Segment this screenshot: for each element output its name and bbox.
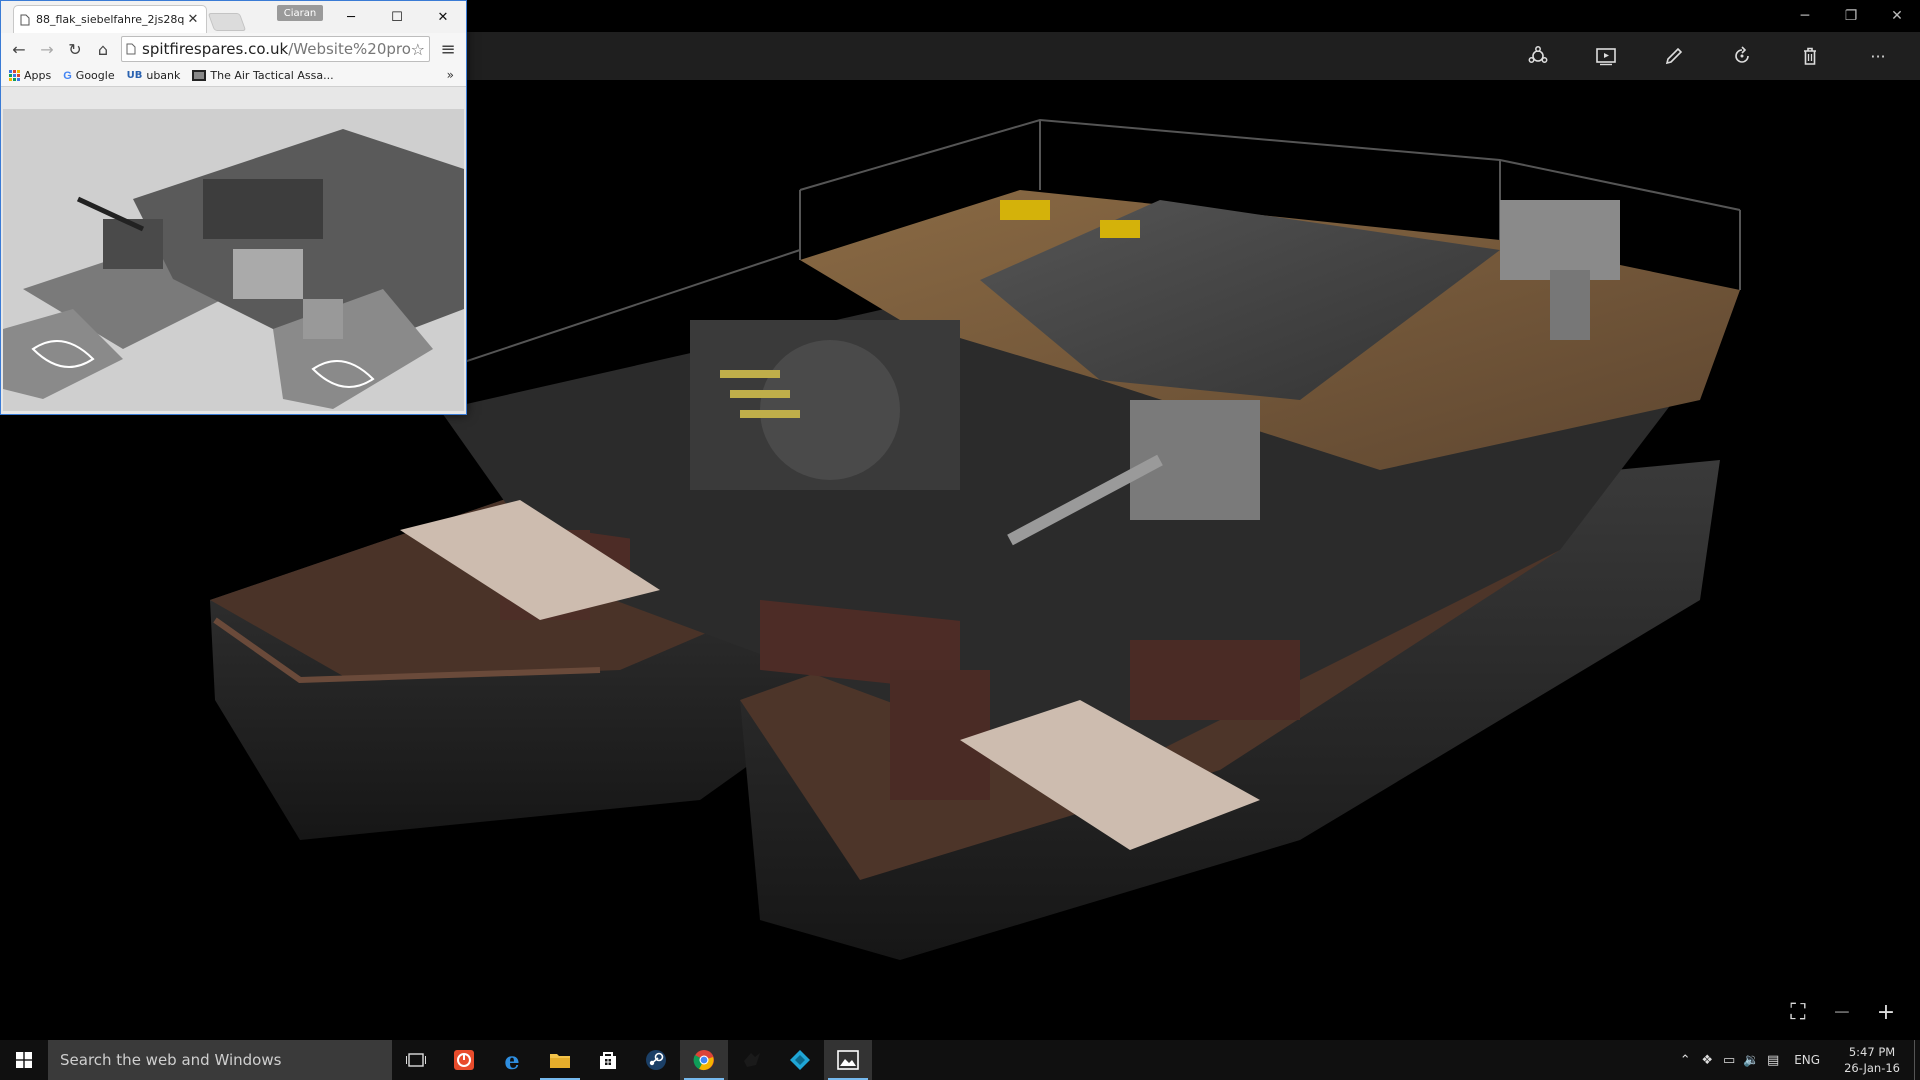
taskbar-photos[interactable]	[824, 1040, 872, 1080]
hamburger-menu-icon: ≡	[440, 38, 456, 60]
omnibar: ← → ↻ ⌂ spitfirespares.co.uk/Website%20p…	[1, 33, 466, 65]
dropbox-icon[interactable]: ❖	[1696, 1053, 1718, 1068]
start-button[interactable]	[0, 1040, 48, 1080]
chrome-maximize-button[interactable]: ☐	[374, 1, 420, 33]
system-tray: ⌃ ❖ ▭ 🔉 ▤ ENG 5:47 PM 26-Jan-16	[1674, 1040, 1920, 1080]
bookmark-label: ubank	[146, 69, 181, 82]
bookmark-apps[interactable]: Apps	[9, 69, 51, 82]
taskbar-store[interactable]	[584, 1040, 632, 1080]
profile-badge[interactable]: Ciaran	[277, 5, 323, 21]
tray-overflow-chevron-icon[interactable]: ⌃	[1674, 1053, 1696, 1068]
page-content	[3, 109, 464, 411]
more-button[interactable]: ···	[1844, 32, 1912, 80]
kodi-icon	[790, 1050, 810, 1070]
volume-icon[interactable]: 🔉	[1740, 1053, 1762, 1068]
reload-icon: ↻	[68, 39, 82, 59]
task-view-icon	[406, 1053, 426, 1067]
rotate-button[interactable]	[1708, 32, 1776, 80]
zoom-in-button[interactable]: +	[1866, 996, 1906, 1028]
rotate-icon	[1735, 46, 1749, 63]
taskbar: Search the web and Windows e ⌃ ❖ ▭ 🔉 ▤ E…	[0, 1040, 1920, 1080]
url-text: spitfirespares.co.uk/Website%20proc	[142, 40, 411, 58]
chrome-icon	[693, 1050, 714, 1071]
taskbar-chrome[interactable]	[680, 1040, 728, 1080]
home-icon: ⌂	[97, 39, 109, 59]
edit-button[interactable]	[1640, 32, 1708, 80]
slideshow-button[interactable]	[1572, 32, 1640, 80]
trash-icon	[1804, 47, 1816, 65]
language-indicator[interactable]: ENG	[1784, 1053, 1830, 1067]
chrome-tabstrip: 88_flak_siebelfahre_2js28q ✕ Ciaran ─ ☐ …	[1, 1, 466, 33]
chrome-window-controls: ─ ☐ ✕	[328, 1, 466, 33]
action-center-icon[interactable]: ▤	[1762, 1053, 1784, 1068]
taskbar-clock[interactable]: 5:47 PM 26-Jan-16	[1830, 1044, 1914, 1076]
home-button[interactable]: ⌂	[89, 35, 117, 63]
chrome-close-button[interactable]: ✕	[420, 1, 466, 33]
delete-button[interactable]	[1776, 32, 1844, 80]
clock-time: 5:47 PM	[1848, 1045, 1896, 1059]
dark-app-icon	[744, 1053, 760, 1067]
photos-restore-button[interactable]: ❐	[1828, 0, 1874, 32]
address-bar[interactable]: spitfirespares.co.uk/Website%20proc ☆	[121, 36, 430, 62]
store-bag-icon	[600, 1052, 616, 1069]
photos-minimize-button[interactable]: ─	[1782, 0, 1828, 32]
windows-logo-icon	[16, 1052, 32, 1068]
taskbar-kodi[interactable]	[776, 1040, 824, 1080]
back-arrow-icon: ←	[12, 39, 26, 59]
ubank-icon: UB	[126, 70, 143, 81]
chrome-menu-button[interactable]: ≡	[434, 35, 462, 63]
chrome-window: 88_flak_siebelfahre_2js28q ✕ Ciaran ─ ☐ …	[0, 0, 467, 415]
forward-button[interactable]: →	[33, 35, 61, 63]
forward-arrow-icon: →	[40, 39, 54, 59]
taskbar-file-explorer[interactable]	[536, 1040, 584, 1080]
fit-screen-button[interactable]: ⛶	[1778, 996, 1818, 1028]
new-tab-button[interactable]	[207, 13, 247, 31]
url-path: /Website%20proc	[288, 40, 411, 58]
clock-date: 26-Jan-16	[1844, 1061, 1900, 1075]
folder-icon	[550, 1054, 570, 1068]
bookmark-google[interactable]: G Google	[63, 69, 114, 82]
reload-button[interactable]: ↻	[61, 35, 89, 63]
taskbar-red-app[interactable]	[440, 1040, 488, 1080]
show-desktop-button[interactable]	[1914, 1040, 1920, 1080]
tab-active[interactable]: 88_flak_siebelfahre_2js28q ✕	[13, 5, 207, 33]
red-app-icon	[454, 1050, 474, 1070]
chrome-minimize-button[interactable]: ─	[328, 1, 374, 33]
pencil-icon	[1665, 47, 1683, 65]
edge-icon: e	[504, 1045, 520, 1075]
tab-title: 88_flak_siebelfahre_2js28q	[36, 13, 185, 26]
taskbar-edge[interactable]: e	[488, 1040, 536, 1080]
search-placeholder: Search the web and Windows	[60, 1051, 282, 1069]
bookmark-label: The Air Tactical Assa...	[210, 69, 334, 82]
zoom-controls: ⛶ − +	[1778, 996, 1906, 1028]
bookmarks-bar: Apps G Google UB ubank The Air Tactical …	[1, 65, 466, 87]
taskbar-dark-app[interactable]	[728, 1040, 776, 1080]
photos-icon	[837, 1050, 859, 1070]
url-host: spitfirespares.co.uk	[142, 40, 289, 58]
apps-grid-icon	[9, 70, 20, 81]
back-button[interactable]: ←	[5, 35, 33, 63]
tab-close-button[interactable]: ✕	[186, 12, 200, 27]
share-icon	[1528, 46, 1548, 63]
bookmark-page-icon	[192, 70, 207, 81]
bookmark-star-icon[interactable]: ☆	[411, 40, 425, 59]
task-view-button[interactable]	[392, 1040, 440, 1080]
bookmark-label: Apps	[24, 69, 52, 82]
page-info-icon	[126, 43, 136, 55]
photos-close-button[interactable]: ✕	[1874, 0, 1920, 32]
bookmarks-overflow-button[interactable]: »	[447, 68, 454, 82]
bookmark-air-tactical[interactable]: The Air Tactical Assa...	[192, 69, 334, 82]
zoom-out-button[interactable]: −	[1822, 996, 1862, 1028]
page-icon	[20, 14, 30, 25]
taskbar-search-box[interactable]: Search the web and Windows	[48, 1040, 392, 1080]
ship-photo-image	[3, 109, 464, 411]
google-icon: G	[63, 69, 72, 82]
share-button[interactable]	[1504, 32, 1572, 80]
taskbar-steam[interactable]	[632, 1040, 680, 1080]
network-icon[interactable]: ▭	[1718, 1053, 1740, 1068]
bookmark-label: Google	[75, 69, 115, 82]
steam-icon	[646, 1050, 666, 1070]
slideshow-icon	[1596, 48, 1616, 66]
bookmark-ubank[interactable]: UB ubank	[127, 69, 181, 82]
